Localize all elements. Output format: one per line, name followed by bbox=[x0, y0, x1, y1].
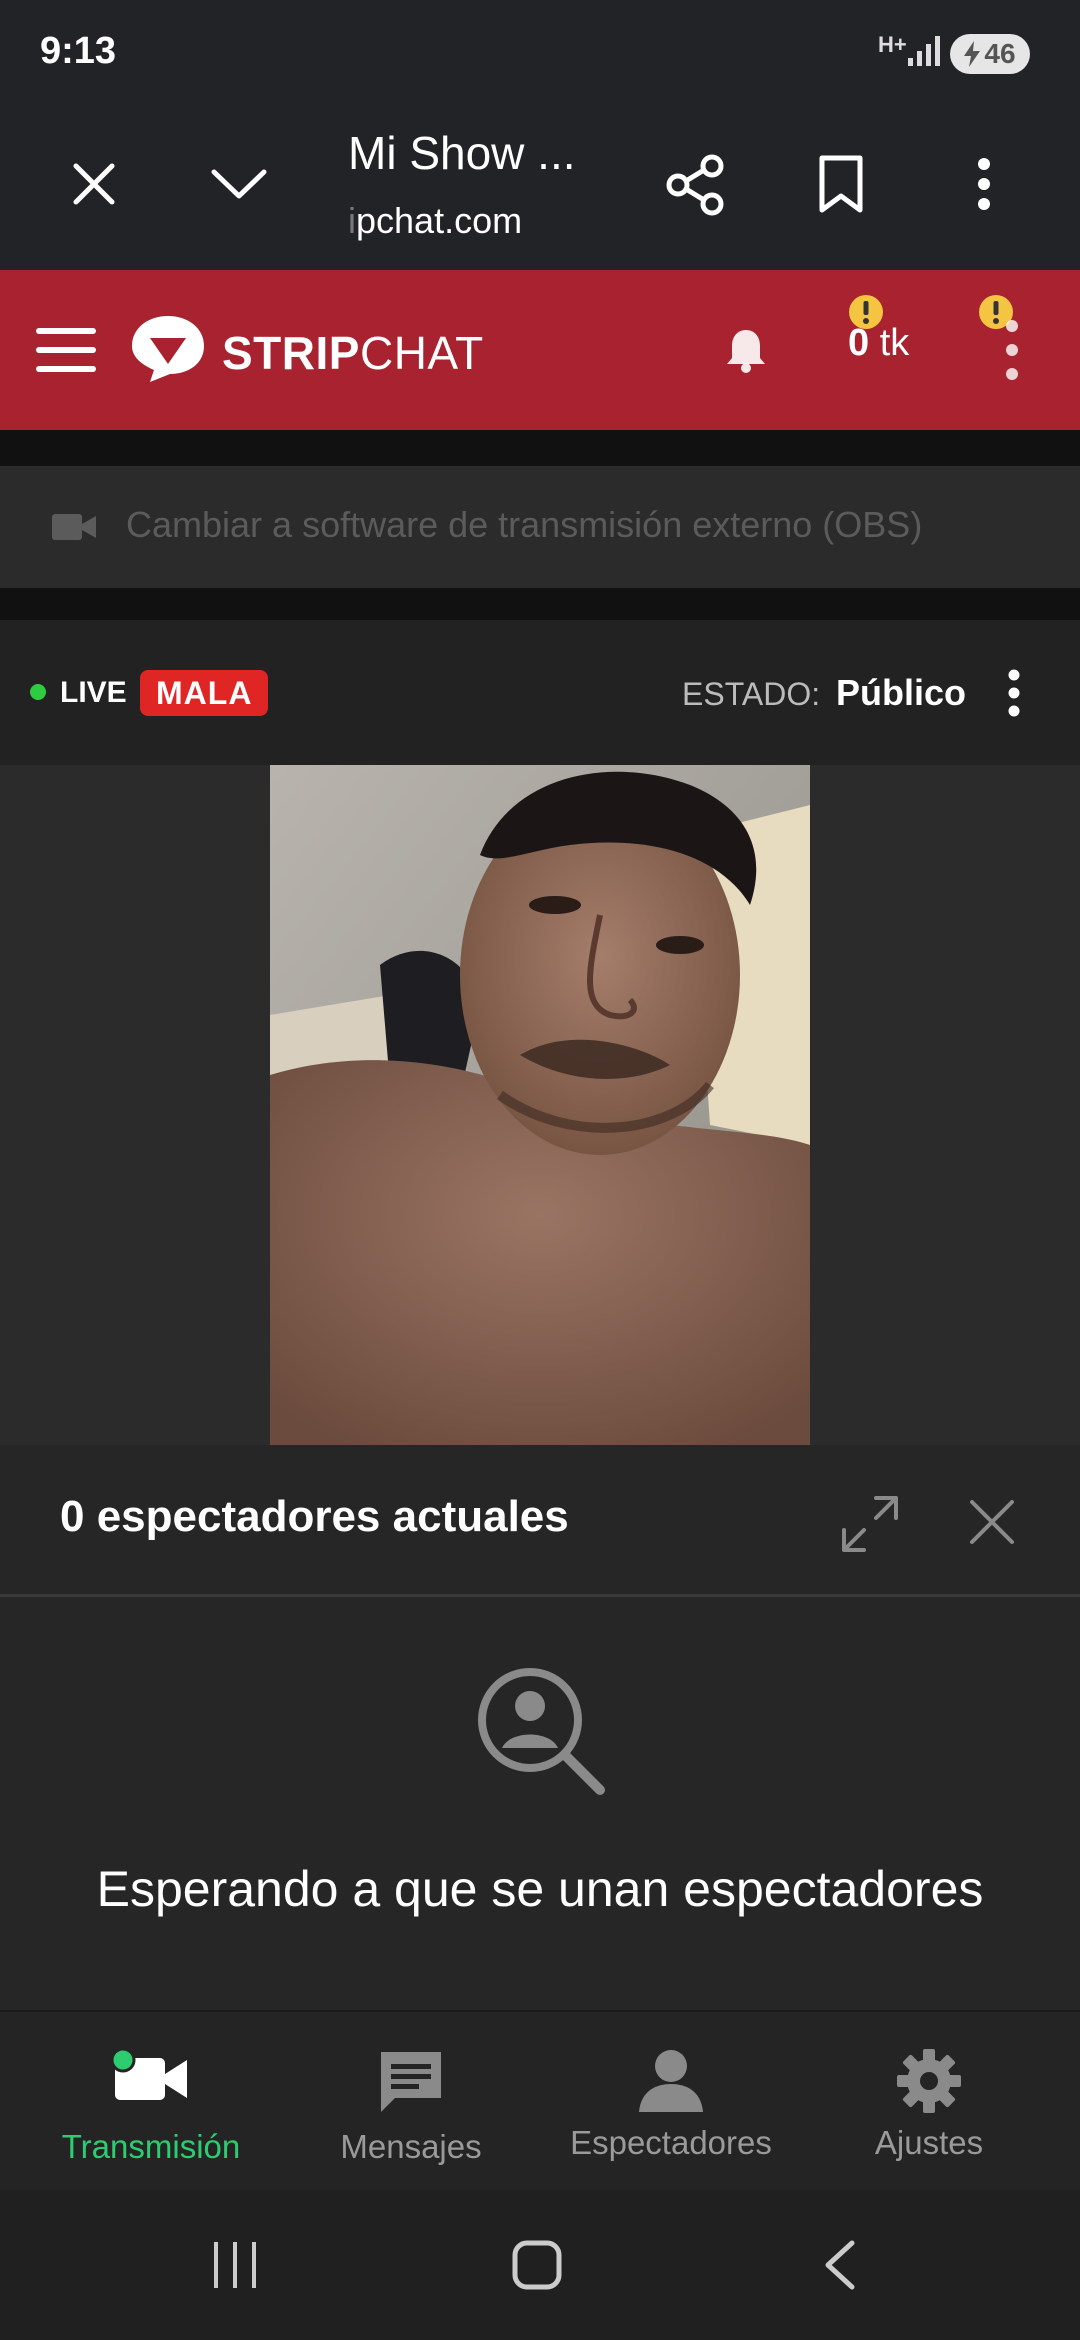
expand-icon bbox=[842, 1496, 898, 1552]
video-camera-icon bbox=[52, 512, 96, 542]
chevron-down-icon bbox=[211, 169, 267, 199]
signal-icon bbox=[908, 36, 942, 68]
obs-switch-label: Cambiar a software de transmisión extern… bbox=[126, 504, 923, 545]
home-button[interactable] bbox=[512, 2240, 562, 2290]
connection-quality-badge: MALA bbox=[140, 670, 269, 716]
more-vert-icon bbox=[978, 158, 990, 210]
nav-item-mensajes[interactable]: Mensajes bbox=[276, 2030, 546, 2180]
expand-button[interactable] bbox=[840, 1494, 900, 1554]
close-icon bbox=[73, 163, 115, 205]
home-icon bbox=[512, 2240, 562, 2290]
live-dot bbox=[30, 684, 46, 700]
divider bbox=[0, 430, 1080, 466]
status-value[interactable]: Público bbox=[836, 672, 966, 714]
minimize-tab-button[interactable] bbox=[210, 164, 268, 204]
recent-apps-icon bbox=[214, 2242, 256, 2288]
share-button[interactable] bbox=[666, 154, 726, 216]
nav-item-transmision[interactable]: Transmisión bbox=[16, 2030, 286, 2180]
panel-divider bbox=[0, 1594, 1080, 1597]
browser-menu-button[interactable] bbox=[974, 156, 994, 212]
status-time: 9:13 bbox=[40, 30, 117, 72]
nav-item-ajustes[interactable]: Ajustes bbox=[794, 2030, 1064, 2180]
logo-bold: STRIP bbox=[222, 327, 360, 379]
bookmark-button[interactable] bbox=[818, 154, 864, 214]
token-unit: tk bbox=[879, 322, 910, 364]
site-menu-button[interactable] bbox=[1002, 318, 1022, 382]
hamburger-menu-button[interactable] bbox=[36, 326, 96, 374]
viewers-count-title: 0 espectadores actuales bbox=[60, 1492, 569, 1541]
recent-apps-button[interactable] bbox=[210, 2240, 260, 2290]
more-vert-icon bbox=[1006, 320, 1018, 380]
logo-text[interactable]: STRIPCHAT bbox=[222, 326, 484, 380]
token-balance[interactable]: 0 tk bbox=[848, 322, 909, 365]
bell-icon bbox=[727, 330, 765, 373]
close-panel-button[interactable] bbox=[968, 1498, 1016, 1546]
back-button[interactable] bbox=[822, 2240, 858, 2290]
nav-item-espectadores[interactable]: Espectadores bbox=[536, 2030, 806, 2180]
page-title: Mi Show ... bbox=[348, 127, 576, 179]
network-type: H+ bbox=[878, 32, 907, 57]
person-icon bbox=[637, 2048, 705, 2114]
close-tab-button[interactable] bbox=[70, 160, 118, 208]
nav-label-espectadores: Espectadores bbox=[570, 2124, 772, 2161]
nav-label-mensajes: Mensajes bbox=[340, 2128, 482, 2165]
share-icon bbox=[666, 154, 724, 216]
back-icon bbox=[825, 2240, 855, 2290]
battery-indicator: 46 bbox=[950, 34, 1030, 74]
video-preview[interactable] bbox=[270, 765, 810, 1445]
camera-icon bbox=[111, 2048, 191, 2108]
notifications-button[interactable] bbox=[724, 326, 768, 374]
stream-options-button[interactable] bbox=[1004, 668, 1024, 718]
logo-icon[interactable] bbox=[130, 314, 206, 384]
network-indicator: H+ bbox=[878, 32, 940, 66]
battery-level: 46 bbox=[984, 38, 1016, 69]
live-label: LIVE bbox=[60, 676, 127, 709]
status-label: ESTADO: bbox=[682, 676, 821, 712]
message-icon bbox=[377, 2048, 445, 2116]
page-url-domain: pchat.com bbox=[356, 200, 523, 241]
page-url[interactable]: ipchat.com bbox=[348, 200, 522, 242]
charging-icon bbox=[964, 41, 981, 67]
close-icon bbox=[970, 1500, 1014, 1544]
gear-icon bbox=[896, 2048, 962, 2114]
bookmark-icon bbox=[819, 155, 863, 213]
divider bbox=[0, 588, 1080, 620]
nav-label-transmision: Transmisión bbox=[61, 2128, 241, 2165]
page-url-faded: i bbox=[348, 200, 356, 241]
search-user-icon bbox=[474, 1664, 610, 1800]
more-vert-icon bbox=[1008, 669, 1020, 717]
nav-label-ajustes: Ajustes bbox=[874, 2124, 984, 2161]
logo-regular: CHAT bbox=[359, 327, 484, 379]
waiting-message: Esperando a que se unan espectadores bbox=[96, 1861, 984, 1917]
token-value: 0 bbox=[848, 322, 870, 364]
hamburger-icon bbox=[36, 328, 96, 372]
